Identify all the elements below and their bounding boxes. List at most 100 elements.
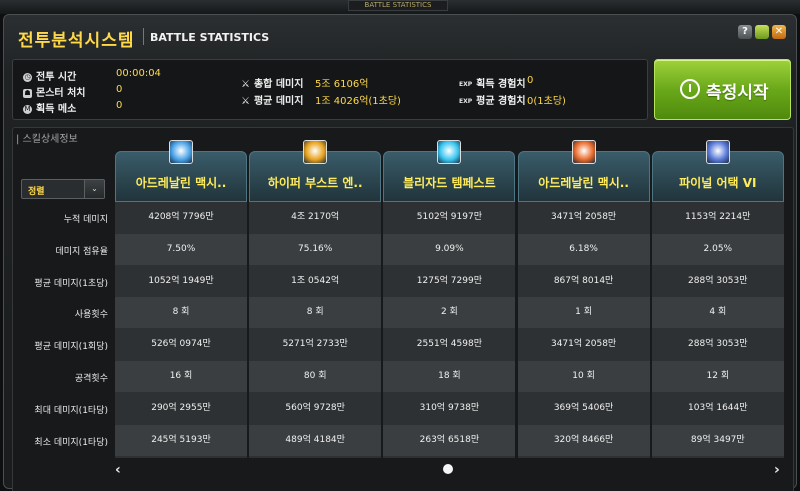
blizzard-skill-icon bbox=[437, 140, 462, 164]
chevron-down-icon[interactable]: ⌄ bbox=[84, 180, 104, 198]
stat-cell: 369억 5406만 bbox=[553, 402, 614, 413]
skill-stats: 1153억 2214만 2.05% 288억 3053만 4 회 288억 3053만 1… bbox=[651, 202, 784, 458]
final-attack-skill-icon bbox=[705, 140, 730, 164]
meso-row: M 획득 메소 0 bbox=[23, 100, 123, 115]
prev-page-arrow[interactable]: ‹ bbox=[115, 462, 121, 478]
skill-stats: 4조 2170억 75.16% 1조 0542억 8 회 5271억 2733만 80 회… bbox=[249, 202, 382, 458]
stat-cell: 2.05% bbox=[651, 233, 784, 265]
stat-cell: 489억 4184만 bbox=[249, 424, 382, 456]
stat-cell: 288억 3053만 bbox=[688, 275, 748, 286]
row-label: 데미지 점유율 bbox=[55, 246, 108, 257]
row-label: 최대 데미지(1타당) bbox=[34, 405, 108, 416]
skill-column: 아드레날린 맥시.. 3471억 2058만 6.18% 867억 8014만 1 회3… bbox=[517, 140, 650, 458]
stat-cell: 80 회 bbox=[249, 361, 382, 392]
stat-cell: 560억 9728만 bbox=[285, 402, 345, 413]
average-damage-value: 1조 4026억(1초당) bbox=[315, 96, 401, 107]
stat-cell: 7.50% bbox=[115, 233, 247, 265]
clock-icon: ◷ bbox=[23, 72, 32, 82]
stat-cell: 3471억 2058만 bbox=[550, 339, 617, 350]
stat-cell: 75.16% bbox=[249, 233, 382, 265]
skill-stats: 3471억 2058만 6.18% 867억 8014만 1 회 3471억 2058만… bbox=[517, 202, 650, 458]
title-divider bbox=[143, 28, 144, 45]
stat-cell: 10 회 bbox=[517, 361, 650, 392]
skill-column: 파이널 어택 VI 1153억 2214만 2.05% 288억 3053만 4 회 28… bbox=[651, 140, 784, 458]
stat-cell: 526억 0974만 bbox=[151, 339, 211, 350]
row-label: 최소 데미지(1타당) bbox=[34, 437, 108, 448]
stat-cell: 5271억 2733만 bbox=[282, 339, 348, 350]
stat-cell: 12 회 bbox=[651, 361, 784, 392]
next-page-arrow[interactable]: › bbox=[774, 462, 780, 478]
hyper-boost-skill-icon bbox=[303, 140, 328, 164]
row-label: 누적 데미지 bbox=[63, 215, 108, 225]
skill-column: 하이퍼 부스트 엔.. 4조 2170억 75.16% 1조 0542억 8 회 5271… bbox=[249, 140, 382, 458]
stat-cell: 310억 9738만 bbox=[419, 402, 480, 413]
stat-cell: 288억 3053만 bbox=[688, 339, 748, 350]
monster-kill-row: ☗ 몬스터 처치 0 bbox=[23, 84, 123, 99]
page-indicator-dot[interactable] bbox=[443, 464, 453, 474]
total-damage-value: 5조 6106억 bbox=[315, 79, 369, 90]
exp-icon: EXP bbox=[459, 97, 473, 105]
stat-cell: 290억 2955만 bbox=[151, 402, 211, 413]
stat-cell: 1052억 1949만 bbox=[148, 275, 214, 286]
total-damage-row: ⚔ 총합 데미지 5조 6106억 bbox=[241, 75, 368, 90]
stat-cell: 9.09% bbox=[383, 233, 516, 265]
skill-stats: 5102억 9197만 9.09% 1275억 7299만 2 회 2551억 4598… bbox=[383, 202, 516, 458]
exp-gained-value: 0 bbox=[527, 75, 534, 86]
exp-average-row: EXP 평균 경험치 0(1초당) bbox=[459, 92, 566, 107]
stat-cell: 2 회 bbox=[383, 297, 516, 329]
stat-cell: 867억 8014만 bbox=[553, 275, 614, 286]
minimize-button[interactable] bbox=[755, 25, 769, 39]
stat-cell: 6.18% bbox=[517, 233, 650, 265]
wave-skill-icon bbox=[169, 140, 193, 164]
stat-cell: 103억 1644만 bbox=[688, 402, 748, 413]
stat-cell: 4 회 bbox=[651, 297, 784, 329]
stat-cell: 245억 5193만 bbox=[115, 424, 247, 456]
stat-cell: 16 회 bbox=[115, 361, 247, 392]
stat-cell: 1275억 7299만 bbox=[416, 275, 482, 286]
monster-kill-value: 0 bbox=[116, 84, 123, 95]
help-button[interactable]: ? bbox=[738, 25, 752, 39]
battle-summary: ◷ 전투 시간 00:00:04 ☗ 몬스터 처치 0 M 획득 메소 0 ⚔ 총합 데… bbox=[12, 59, 648, 120]
stat-cell: 18 회 bbox=[383, 361, 516, 392]
window-subtitle: BATTLE STATISTICS bbox=[150, 31, 270, 44]
sword-icon: ⚔ bbox=[241, 79, 250, 90]
stat-cell: 4조 2170억 bbox=[291, 212, 340, 222]
skill-name: 아드레날린 맥시.. bbox=[135, 176, 227, 190]
stat-cell: 1153억 2214만 bbox=[685, 212, 751, 222]
sword-icon: ⚔ bbox=[241, 96, 250, 107]
stat-cell: 3471억 2058만 bbox=[550, 212, 617, 222]
sort-dropdown[interactable]: 정렬 ⌄ bbox=[21, 179, 105, 199]
stat-cell: 8 회 bbox=[115, 297, 247, 329]
exp-icon: EXP bbox=[459, 80, 473, 88]
fire-skill-icon bbox=[571, 140, 596, 164]
top-strip-label: BATTLE STATISTICS bbox=[348, 0, 448, 11]
stat-cell: 5102억 9197만 bbox=[416, 212, 482, 222]
skill-name: 하이퍼 부스트 엔.. bbox=[267, 176, 363, 190]
stat-cell: 89억 3497만 bbox=[651, 424, 784, 456]
meso-value: 0 bbox=[116, 100, 123, 111]
row-label: 평균 데미지(1초당) bbox=[34, 278, 108, 289]
start-measure-button[interactable]: 측정시작 bbox=[654, 59, 791, 120]
stat-cell: 8 회 bbox=[249, 297, 382, 329]
skill-stats: 4208억 7796만 7.50% 1052억 1949만 8 회 526억 0974만… bbox=[115, 202, 247, 458]
row-label: 평균 데미지(1회당) bbox=[34, 342, 108, 353]
close-button[interactable]: ✕ bbox=[772, 25, 786, 39]
row-label: 공격횟수 bbox=[74, 374, 108, 384]
skill-name: 파이널 어택 VI bbox=[679, 176, 757, 190]
stat-cell: 2551억 4598만 bbox=[416, 339, 482, 350]
average-damage-row: ⚔ 평균 데미지 1조 4026억(1초당) bbox=[241, 92, 401, 107]
stat-cell: 4208억 7796만 bbox=[148, 212, 214, 222]
skill-column: 아드레날린 맥시.. 4208억 7796만 7.50% 1052억 1949만 8 회… bbox=[115, 140, 247, 458]
row-label: 사용횟수 bbox=[74, 310, 108, 321]
meso-icon: M bbox=[23, 104, 32, 114]
exp-average-value: 0(1초당) bbox=[527, 96, 566, 107]
monster-icon: ☗ bbox=[23, 88, 32, 98]
stat-cell: 1조 0542억 bbox=[291, 275, 340, 286]
skill-name: 블리자드 템페스트 bbox=[403, 176, 496, 190]
skill-column: 블리자드 템페스트 5102억 9197만 9.09% 1275억 7299만 2 회 2… bbox=[383, 140, 516, 458]
top-strip: BATTLE STATISTICS bbox=[0, 0, 800, 14]
gauge-icon bbox=[680, 79, 700, 99]
skill-name: 아드레날린 맥시.. bbox=[538, 176, 629, 190]
battle-time-row: ◷ 전투 시간 00:00:04 bbox=[23, 68, 161, 83]
sort-value: 정렬 bbox=[28, 187, 45, 197]
